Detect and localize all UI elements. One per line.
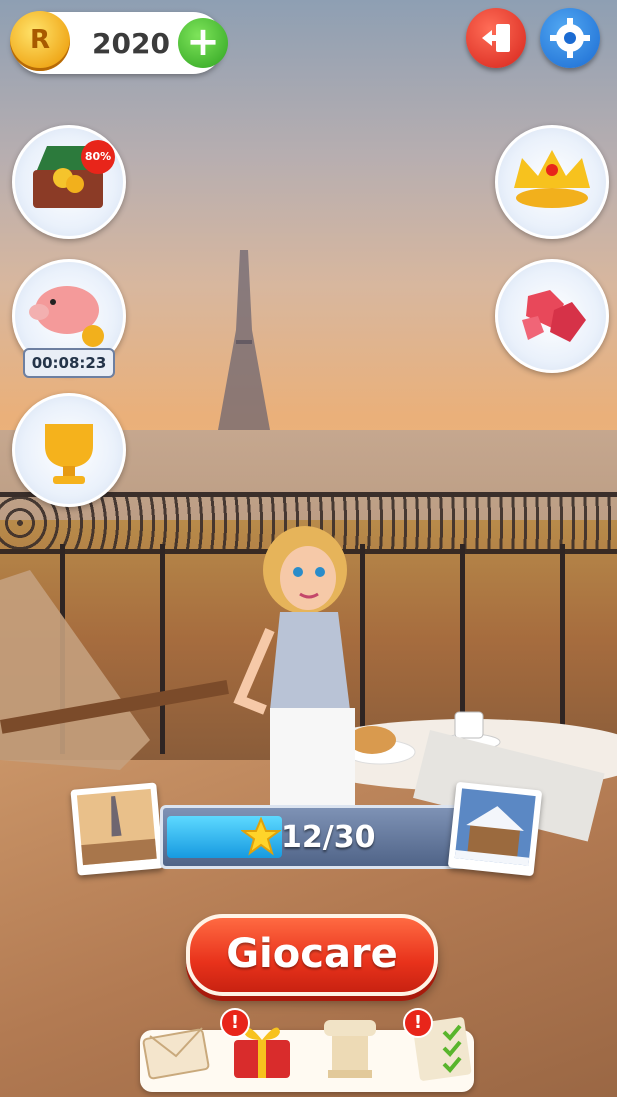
special-offer-button[interactable]: 80% (12, 125, 126, 239)
renovation-tab[interactable] (314, 1010, 386, 1082)
paris-balcony-thumbnail (76, 788, 157, 866)
trophy-icon (45, 424, 93, 484)
gift-alert-badge: ! (220, 1008, 250, 1038)
coin-counter: R 2020 + (10, 11, 228, 74)
character-illustration (233, 526, 355, 820)
crown-rewards-button[interactable] (495, 125, 609, 239)
settings-button[interactable] (540, 8, 600, 68)
add-coins-button[interactable]: + (178, 18, 228, 68)
level-progress-bar: 12/30 (160, 805, 466, 869)
star-icon (241, 817, 281, 856)
gems-button[interactable] (495, 259, 609, 373)
play-button-label: Giocare (226, 931, 398, 977)
tasks-alert-badge: ! (403, 1008, 433, 1038)
exit-door-icon (482, 24, 510, 52)
coin-letter: R (29, 25, 51, 55)
exit-button[interactable] (466, 8, 526, 68)
mail-tab[interactable] (140, 1010, 212, 1082)
next-scene-card (447, 781, 543, 877)
crown-icon (514, 150, 590, 208)
column-icon (324, 1020, 376, 1078)
piggy-bank-timer: 00:08:23 (23, 348, 115, 378)
current-scene-card (70, 782, 164, 876)
coin-icon: R (10, 11, 70, 71)
discount-badge: 80% (81, 140, 115, 174)
progress-label: 12/30 (281, 820, 376, 855)
envelope-icon (142, 1027, 210, 1080)
play-button[interactable]: Giocare (186, 914, 438, 996)
winter-house-thumbnail (454, 788, 536, 866)
ruby-gems-icon (522, 290, 586, 342)
gear-icon (550, 18, 590, 58)
coins-value: 2020 (92, 27, 170, 60)
trophy-button[interactable] (12, 393, 126, 507)
